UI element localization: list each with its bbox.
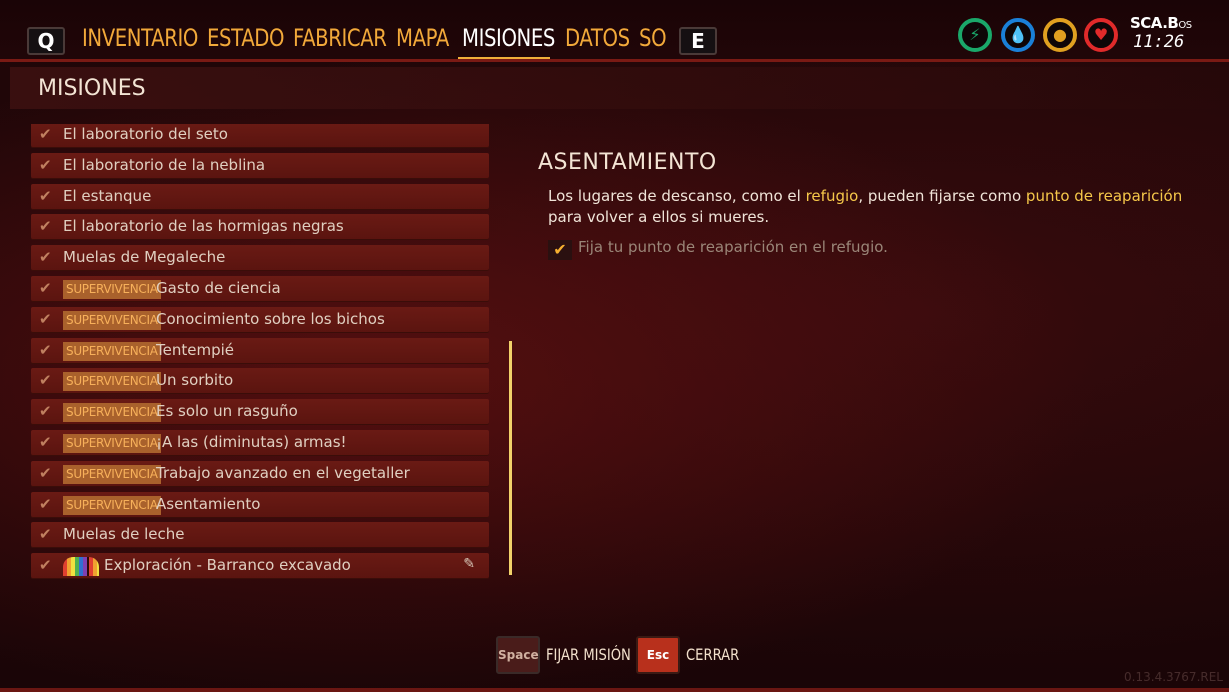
top-nav-bar: Q INVENTARIO ESTADO FABRICAR MAPA MISIONES DA… (0, 0, 1229, 62)
quest-item[interactable]: ✔ SUPERVIVENCIA Asentamiento (31, 491, 489, 518)
quest-item[interactable]: ✔ SUPERVIVENCIA Conocimiento sobre los bic… (31, 306, 489, 333)
checkmark-icon: ✔ (39, 556, 52, 575)
checkmark-icon: ✔ (39, 248, 52, 267)
category-tag: SUPERVIVENCIA (63, 434, 161, 453)
category-tag: SUPERVIVENCIA (63, 464, 161, 484)
checkmark-icon: ✔ (39, 371, 52, 390)
quest-item[interactable]: ✔ SUPERVIVENCIA Es solo un rasguño (31, 399, 489, 426)
rainbow-icon (63, 557, 99, 577)
scrollbar[interactable] (509, 341, 512, 575)
category-tag: SUPERVIVENCIA (63, 495, 161, 515)
checkmark-icon: ✔ (39, 402, 52, 421)
pin-quest-button[interactable]: FIJAR MISIÓN (546, 645, 631, 664)
close-key[interactable]: Esc (636, 636, 680, 674)
respawn-link: punto de reaparición (1025, 187, 1183, 205)
quest-item[interactable]: ✔ El laboratorio del seto (31, 124, 489, 148)
quest-label: El estanque (63, 186, 152, 205)
quest-label: Trabajo avanzado en el vegetaller (156, 463, 410, 482)
checkmark-icon: ✔ (39, 309, 52, 328)
quest-label: Es solo un rasguño (156, 402, 298, 421)
quest-item[interactable]: ✔ SUPERVIVENCIA ¡A las (diminutas) armas! (31, 430, 489, 456)
tab-misiones[interactable]: MISIONES (462, 24, 555, 58)
checkmark-icon: ✔ (548, 240, 572, 260)
quest-item[interactable]: ✔ SUPERVIVENCIA Trabajo avanzado en el veg… (31, 460, 489, 487)
quest-label: Exploración - Barranco excavado (104, 556, 351, 575)
tab-fabricar[interactable]: FABRICAR (293, 24, 387, 58)
version-label: 0.13.4.3767.REL (1124, 670, 1223, 684)
quest-item[interactable]: ✔ SUPERVIVENCIA Tentempié (31, 337, 489, 364)
section-header: MISIONES (10, 67, 1229, 109)
quest-label: Conocimiento sobre los bichos (156, 309, 385, 328)
health-icon: ♥ (1084, 18, 1118, 52)
checkmark-icon: ✔ (39, 279, 52, 297)
food-icon: ● (1043, 18, 1077, 52)
quest-label: Un sorbito (156, 371, 234, 390)
tab-datos[interactable]: DATOS (565, 24, 630, 58)
tab-mapa[interactable]: MAPA (396, 24, 449, 58)
quest-item[interactable]: ✔ SUPERVIVENCIA Un sorbito (31, 368, 489, 395)
quest-label: Gasto de ciencia (156, 279, 281, 297)
prev-tab-key[interactable]: Q (27, 27, 65, 55)
tab-so[interactable]: SO (639, 24, 667, 58)
quest-objective: ✔ Fija tu punto de reaparición en el refu… (548, 238, 888, 260)
checkmark-icon: ✔ (39, 340, 52, 359)
tab-inventario[interactable]: INVENTARIO (82, 24, 198, 58)
quest-item[interactable]: ✔ El estanque (31, 183, 489, 210)
category-tag: SUPERVIVENCIA (63, 310, 161, 330)
quest-label: ¡A las (diminutas) armas! (156, 433, 347, 451)
checkmark-icon: ✔ (39, 525, 52, 544)
checkmark-icon: ✔ (39, 463, 52, 482)
quest-label: El laboratorio del seto (63, 125, 228, 143)
clock-time: 11:26 (1133, 32, 1185, 52)
quest-label: Muelas de leche (63, 525, 185, 544)
quest-item[interactable]: ✔ El laboratorio de las hormigas negras (31, 214, 489, 241)
bottom-divider (0, 688, 1229, 692)
quest-label: El laboratorio de la neblina (63, 155, 266, 174)
checkmark-icon: ✔ (39, 433, 52, 451)
quest-item[interactable]: ✔ Muelas de Megaleche (31, 245, 489, 272)
quest-label: Tentempié (156, 340, 234, 359)
next-tab-key[interactable]: E (679, 27, 717, 55)
quest-label: Asentamiento (156, 494, 261, 513)
category-tag: SUPERVIVENCIA (63, 341, 161, 361)
quest-list[interactable]: ✔ El laboratorio del seto ✔ El laboratorio … (31, 124, 490, 584)
quest-item[interactable]: ✔ El laboratorio de la neblina (31, 152, 489, 179)
quest-item[interactable]: ✔ SUPERVIVENCIA Gasto de ciencia (31, 276, 489, 302)
tab-estado[interactable]: ESTADO (207, 24, 284, 58)
category-tag: SUPERVIVENCIA (63, 280, 161, 299)
category-tag: SUPERVIVENCIA (63, 372, 161, 392)
quest-detail-title: ASENTAMIENTO (538, 150, 717, 175)
quest-label: Muelas de Megaleche (63, 248, 226, 267)
quest-description: Los lugares de descanso, como el refugio… (548, 187, 1183, 226)
clock-label: SCA.BOS (1130, 14, 1192, 32)
checkmark-icon: ✔ (39, 217, 52, 236)
quest-item[interactable]: ✔ Muelas de leche (31, 522, 489, 549)
water-icon: 💧 (1001, 18, 1035, 52)
quest-label: El laboratorio de las hormigas negras (63, 217, 344, 236)
category-tag: SUPERVIVENCIA (63, 403, 161, 423)
nav-divider (0, 59, 1229, 62)
stamina-icon: ⚡ (958, 18, 992, 52)
checkmark-icon: ✔ (39, 155, 52, 174)
pin-quest-key[interactable]: Space (496, 636, 540, 674)
checkmark-icon: ✔ (39, 494, 52, 513)
checkmark-icon: ✔ (39, 186, 52, 205)
refugio-link: refugio (805, 187, 859, 205)
quest-item[interactable]: ✔ Exploración - Barranco excavado ✎ (31, 553, 489, 580)
close-button[interactable]: CERRAR (686, 645, 739, 664)
checkmark-icon: ✔ (39, 125, 52, 143)
page-title: MISIONES (38, 76, 146, 101)
pin-icon: ✎ (463, 556, 475, 573)
